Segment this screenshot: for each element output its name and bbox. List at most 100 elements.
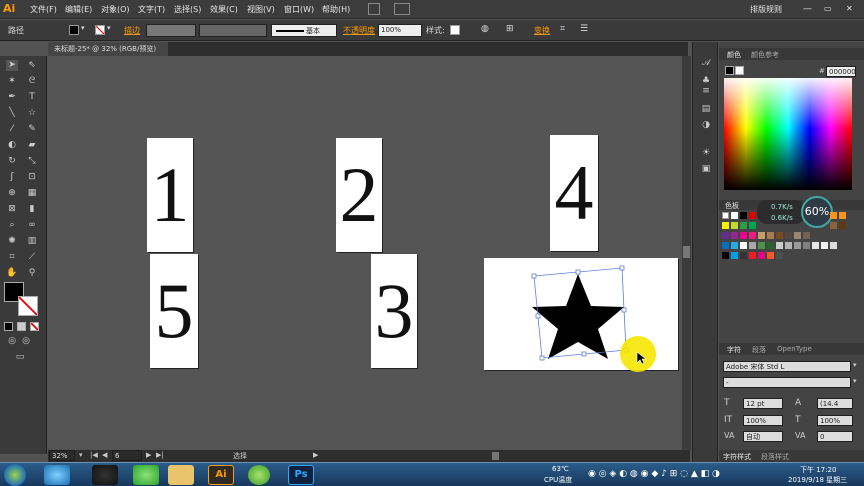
last-artboard-icon[interactable]: ▶| bbox=[156, 451, 164, 459]
swatch[interactable] bbox=[758, 232, 765, 239]
menu-help[interactable]: 帮助(H) bbox=[322, 4, 350, 15]
browser-icon[interactable] bbox=[248, 465, 270, 485]
selection-handle[interactable] bbox=[539, 355, 545, 361]
fill-swatch[interactable] bbox=[69, 25, 79, 35]
swatch[interactable] bbox=[731, 252, 738, 259]
selection-handle[interactable] bbox=[575, 269, 581, 275]
illustrator-taskbar-icon[interactable]: Ai bbox=[208, 465, 234, 485]
status-menu-icon[interactable]: ▶ bbox=[313, 451, 318, 459]
draw-mode-icon[interactable]: ◎ bbox=[6, 336, 18, 347]
wechat-icon[interactable] bbox=[133, 465, 159, 485]
menu-effect[interactable]: 效果(C) bbox=[210, 4, 238, 15]
swatch[interactable] bbox=[794, 242, 801, 249]
layers-panel-icon[interactable]: ▣ bbox=[700, 164, 712, 175]
zoom-field[interactable]: 32% bbox=[49, 450, 75, 461]
font-style-field[interactable]: - bbox=[723, 377, 851, 388]
swatch[interactable] bbox=[812, 242, 819, 249]
swatch[interactable] bbox=[731, 242, 738, 249]
mesh-icon[interactable]: ⊠ bbox=[6, 204, 18, 215]
swatch[interactable] bbox=[731, 212, 738, 219]
stroke-color-box[interactable] bbox=[18, 296, 38, 316]
minimize-icon[interactable]: — bbox=[803, 4, 812, 14]
leading-field[interactable]: (14.4 bbox=[817, 398, 853, 409]
swatch[interactable] bbox=[731, 232, 738, 239]
chevron-down-icon[interactable]: ▾ bbox=[81, 24, 85, 32]
tracking-field[interactable]: 0 bbox=[817, 431, 853, 442]
swatch[interactable] bbox=[758, 252, 765, 259]
tab-opentype[interactable]: OpenType bbox=[777, 345, 812, 353]
swatch[interactable] bbox=[740, 222, 747, 229]
swatch[interactable] bbox=[740, 232, 747, 239]
isolate-icon[interactable]: ⌗ bbox=[560, 24, 565, 34]
swatch[interactable] bbox=[803, 242, 810, 249]
tab-paragraph[interactable]: 段落 bbox=[752, 345, 766, 355]
maximize-icon[interactable]: ▭ bbox=[824, 4, 832, 13]
appearance-panel-icon[interactable]: ◑ bbox=[700, 120, 712, 131]
swatch[interactable] bbox=[767, 242, 774, 249]
tab-character[interactable]: 字符 bbox=[727, 345, 741, 355]
document-tab[interactable]: 未标题-25* @ 32% (RGB/预览) bbox=[48, 42, 168, 56]
swatch[interactable] bbox=[749, 242, 756, 249]
arrange-documents-icon[interactable] bbox=[394, 3, 410, 15]
chevron-down-icon[interactable]: ▾ bbox=[853, 377, 857, 385]
color-mode-button[interactable] bbox=[4, 322, 13, 331]
magic-wand-icon[interactable]: ✶ bbox=[6, 76, 18, 87]
transform-label[interactable]: 变换 bbox=[534, 25, 550, 36]
blend-icon[interactable]: ∞ bbox=[26, 220, 38, 231]
stroke-swatch[interactable] bbox=[95, 25, 105, 35]
perspective-grid-icon[interactable]: ▦ bbox=[26, 188, 38, 199]
menu-window[interactable]: 窗口(W) bbox=[284, 4, 314, 15]
pencil-icon[interactable]: ✎ bbox=[26, 124, 38, 135]
explorer-icon[interactable] bbox=[168, 465, 194, 485]
blob-brush-icon[interactable]: ◐ bbox=[6, 140, 18, 151]
graphic-style-swatch[interactable] bbox=[450, 25, 460, 35]
swatch[interactable] bbox=[776, 252, 783, 259]
free-transform-icon[interactable]: ⊡ bbox=[26, 172, 38, 183]
menu-file[interactable]: 文件(F) bbox=[30, 4, 57, 15]
shape-builder-icon[interactable]: ⊕ bbox=[6, 188, 18, 199]
swatch[interactable] bbox=[758, 242, 765, 249]
swatch[interactable] bbox=[839, 222, 846, 229]
gradient-icon[interactable]: ▮ bbox=[26, 204, 38, 215]
brushes-panel-icon[interactable]: 𝒜 bbox=[700, 58, 712, 69]
swatch[interactable] bbox=[749, 232, 756, 239]
artboard-card-5[interactable]: 5 bbox=[150, 254, 198, 368]
swatch[interactable] bbox=[722, 252, 729, 259]
draw-mode-icon[interactable]: ◎ bbox=[20, 336, 32, 347]
artboard-card-1[interactable]: 1 bbox=[147, 138, 193, 252]
variable-width-profile[interactable] bbox=[199, 24, 267, 37]
slice-icon[interactable]: ⟋ bbox=[26, 252, 38, 263]
screen-mode-icon[interactable]: ▭ bbox=[14, 352, 26, 363]
swatch[interactable] bbox=[821, 242, 828, 249]
tab-character-styles[interactable]: 字符样式 bbox=[723, 452, 751, 462]
panel-fill-swatch[interactable] bbox=[725, 66, 734, 75]
menu-type[interactable]: 文字(T) bbox=[138, 4, 165, 15]
menu-object[interactable]: 对象(O) bbox=[101, 4, 130, 15]
selection-handle[interactable] bbox=[621, 307, 627, 313]
chevron-down-icon[interactable]: ▾ bbox=[853, 361, 857, 369]
font-size-field[interactable]: 12 pt bbox=[743, 398, 783, 409]
symbol-sprayer-icon[interactable]: ✺ bbox=[6, 236, 18, 247]
swatch[interactable] bbox=[785, 242, 792, 249]
clock-date[interactable]: 2019/9/18 星期三 bbox=[788, 475, 847, 485]
scale-icon[interactable]: ⤡ bbox=[26, 156, 38, 167]
start-button[interactable] bbox=[4, 464, 26, 486]
swatch[interactable] bbox=[740, 212, 747, 219]
artboard-icon[interactable]: ⌗ bbox=[6, 252, 18, 263]
vertical-scrollbar[interactable] bbox=[682, 56, 691, 450]
artboard-card-2[interactable]: 2 bbox=[336, 138, 382, 252]
line-icon[interactable]: ╲ bbox=[6, 108, 18, 119]
workspace-switcher[interactable]: 排版规则 bbox=[750, 4, 782, 15]
clock-time[interactable]: 下午 17:20 bbox=[800, 465, 836, 475]
swatch[interactable] bbox=[722, 222, 729, 229]
swatch[interactable] bbox=[740, 242, 747, 249]
selection-handle[interactable] bbox=[619, 265, 625, 271]
menu-select[interactable]: 选择(S) bbox=[174, 4, 201, 15]
vertical-scale-field[interactable]: 100% bbox=[743, 415, 783, 426]
recolor-icon[interactable]: ◍ bbox=[481, 24, 489, 34]
type-icon[interactable]: T bbox=[26, 92, 38, 103]
star-icon[interactable]: ☆ bbox=[26, 108, 38, 119]
vertical-scroll-thumb[interactable] bbox=[683, 246, 690, 258]
hand-icon[interactable]: ✋ bbox=[6, 268, 18, 279]
swatch[interactable] bbox=[731, 222, 738, 229]
